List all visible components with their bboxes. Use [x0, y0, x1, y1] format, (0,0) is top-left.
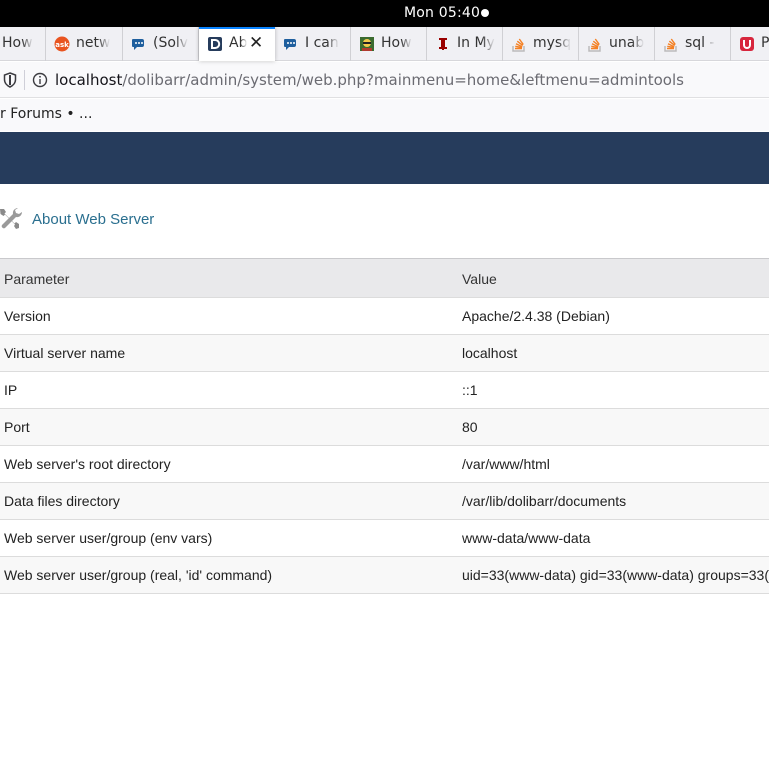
forum-chat-icon [131, 36, 147, 52]
url-host: localhost [55, 71, 123, 89]
forum-chat-icon [283, 36, 299, 52]
value-cell: Apache/2.4.38 (Debian) [462, 308, 610, 324]
site-info-icon[interactable] [32, 72, 48, 92]
svg-text:ask: ask [55, 41, 69, 49]
tab-i-cant[interactable]: I can [275, 27, 351, 61]
tab-label: In My [457, 35, 495, 51]
table-header-row: Parameter Value [0, 258, 769, 298]
tab-label: I can [305, 35, 339, 51]
user-avatar-icon [359, 36, 375, 52]
param-cell: Web server user/group (real, 'id' comman… [4, 567, 273, 583]
stackoverflow-icon [587, 36, 603, 52]
tab-askubuntu[interactable]: ask netw [46, 27, 123, 61]
bookmark-ubuntu-forums[interactable]: r Forums • ... [0, 106, 92, 122]
value-cell: /var/www/html [462, 456, 550, 472]
value-cell: /var/lib/dolibarr/documents [462, 493, 627, 509]
table-row: Version Apache/2.4.38 (Debian) [0, 298, 769, 335]
university-icon [435, 36, 451, 52]
tab-label: (Solv [153, 35, 189, 51]
param-cell: IP [4, 382, 18, 398]
tab-about-web-server[interactable]: Ab ✕ [199, 27, 275, 61]
stackoverflow-icon [663, 36, 679, 52]
notification-dot-icon [481, 9, 489, 17]
table-row: Data files directory /var/lib/dolibarr/d… [0, 483, 769, 520]
value-cell: 80 [462, 419, 478, 435]
askubuntu-icon: ask [54, 36, 70, 52]
tab-label: sql - [685, 35, 715, 51]
tools-icon [0, 205, 24, 239]
system-top-bar: Mon 05:40 [0, 0, 769, 27]
tab-label: unab [609, 35, 645, 51]
tab-ubuntu-forums[interactable]: P [731, 27, 769, 61]
tab-label: Ab [229, 35, 248, 51]
url-field[interactable]: localhost/dolibarr/admin/system/web.php?… [55, 71, 684, 89]
tab-label: netw [76, 35, 111, 51]
tab-label: How [2, 35, 33, 51]
column-header-value: Value [462, 271, 497, 287]
param-cell: Web server user/group (env vars) [4, 530, 213, 546]
url-separator [24, 70, 25, 90]
navigation-bar: localhost/dolibarr/admin/system/web.php?… [0, 62, 769, 98]
value-cell: localhost [462, 345, 518, 361]
bookmarks-toolbar: r Forums • ... [0, 99, 769, 131]
column-header-parameter: Parameter [4, 271, 70, 287]
tab-label: How [381, 35, 412, 51]
tab-in-my[interactable]: In My [427, 27, 503, 61]
table-row: Web server's root directory /var/www/htm… [0, 446, 769, 483]
tab-label: mysq [533, 35, 572, 51]
value-cell: uid=33(www-data) gid=33(www-data) groups… [462, 567, 769, 583]
value-cell: www-data/www-data [462, 530, 591, 546]
tracking-protection-shield-icon[interactable] [3, 72, 17, 92]
tab-strip: How ask netw (Solv Ab ✕ I can How In My … [0, 27, 769, 61]
dolibarr-top-menu-bar [0, 132, 769, 184]
param-cell: Virtual server name [4, 345, 126, 361]
tab-mysql[interactable]: mysq [503, 27, 579, 61]
tab-unable[interactable]: unab [579, 27, 655, 61]
param-cell: Data files directory [4, 493, 120, 509]
web-server-info-table: Parameter Value Version Apache/2.4.38 (D… [0, 258, 769, 594]
table-row: Web server user/group (real, 'id' comman… [0, 557, 769, 594]
dolibarr-icon [207, 36, 223, 52]
tab-sql[interactable]: sql - [655, 27, 731, 61]
tab-solved[interactable]: (Solv [123, 27, 199, 61]
clock[interactable]: Mon 05:40 [404, 5, 480, 21]
stackoverflow-icon [511, 36, 527, 52]
page-title: About Web Server [32, 211, 155, 228]
table-row: Virtual server name localhost [0, 335, 769, 372]
table-row: Web server user/group (env vars) www-dat… [0, 520, 769, 557]
param-cell: Port [4, 419, 30, 435]
table-row: Port 80 [0, 409, 769, 446]
param-cell: Web server's root directory [4, 456, 171, 472]
url-path: /dolibarr/admin/system/web.php?mainmenu=… [122, 71, 684, 89]
close-tab-icon[interactable]: ✕ [249, 33, 263, 53]
tab-how-1[interactable]: How [0, 27, 46, 61]
value-cell: ::1 [462, 382, 478, 398]
param-cell: Version [4, 308, 51, 324]
tab-how-2[interactable]: How [351, 27, 427, 61]
table-row: IP ::1 [0, 372, 769, 409]
ubuntu-forums-icon [739, 36, 755, 52]
tab-label: P [761, 35, 769, 51]
